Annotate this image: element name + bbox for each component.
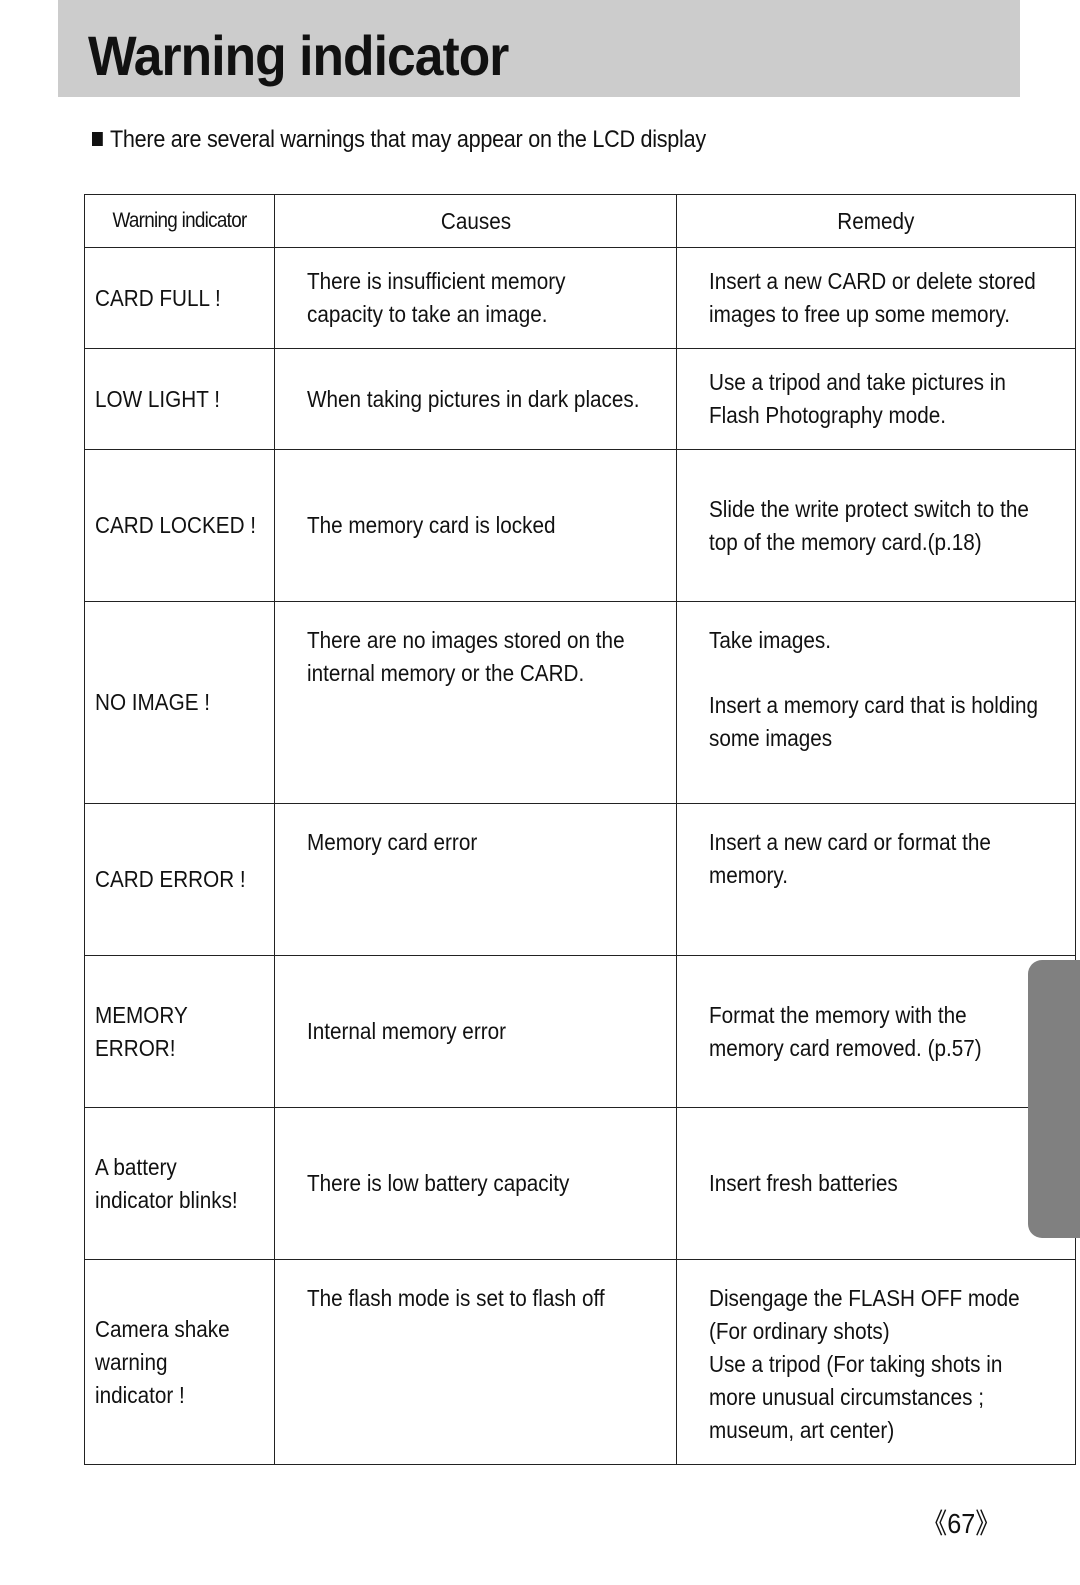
indicator-cell: CARD ERROR ! bbox=[84, 803, 275, 956]
remedy-line: Use a tripod and take pictures in bbox=[709, 369, 1007, 395]
header-causes: Causes bbox=[273, 194, 678, 248]
indicator-line: A battery bbox=[95, 1153, 177, 1180]
remedy-line: (For ordinary shots) bbox=[709, 1318, 891, 1344]
remedy-cell: Take images. Insert a memory card that is… bbox=[676, 601, 1077, 804]
indicator-cell: MEMORY ERROR! bbox=[84, 955, 275, 1108]
table-row: MEMORY ERROR! Internal memory error Format … bbox=[84, 955, 1077, 1108]
indicator-line: Camera shake bbox=[95, 1315, 230, 1342]
causes-cell: The memory card is locked bbox=[273, 449, 678, 602]
causes-line: Internal memory error bbox=[306, 1018, 506, 1044]
indicator-line: MEMORY bbox=[95, 1001, 188, 1028]
indicator-line: NO IMAGE ! bbox=[95, 689, 211, 715]
table-row: CARD LOCKED ! The memory card is locked Sl… bbox=[84, 449, 1077, 602]
indicator-line: CARD LOCKED ! bbox=[95, 512, 257, 538]
remedy-line: Flash Photography mode. bbox=[709, 402, 947, 428]
remedy-cell: Insert a new card or format the memory. bbox=[676, 803, 1077, 956]
causes-cell: When taking pictures in dark places. bbox=[273, 348, 678, 450]
causes-line: capacity to take an image. bbox=[306, 301, 548, 327]
indicator-line: ERROR! bbox=[95, 1034, 176, 1061]
remedy-line: more unusual circumstances ; bbox=[709, 1384, 985, 1410]
remedy-line: some images bbox=[709, 725, 833, 751]
causes-line: The flash mode is set to flash off bbox=[306, 1285, 605, 1311]
remedy-line: memory. bbox=[709, 862, 789, 888]
indicator-line: indicator blinks! bbox=[95, 1186, 238, 1213]
remedy-line: Use a tripod (For taking shots in bbox=[709, 1351, 1003, 1377]
causes-cell: There is insufficient memory capacity to … bbox=[273, 247, 678, 349]
causes-line: When taking pictures in dark places. bbox=[306, 385, 640, 412]
causes-cell: There are no images stored on the interna… bbox=[273, 601, 678, 804]
causes-line: There is low battery capacity bbox=[306, 1170, 570, 1196]
indicator-line: indicator ! bbox=[95, 1381, 185, 1408]
page-number: 《67》 bbox=[922, 1508, 1001, 1539]
remedy-line: Disengage the FLASH OFF mode bbox=[709, 1285, 1021, 1311]
causes-cell: There is low battery capacity bbox=[273, 1107, 678, 1260]
indicator-line: CARD ERROR ! bbox=[95, 866, 246, 892]
indicator-cell: CARD LOCKED ! bbox=[84, 449, 275, 602]
table-row: NO IMAGE ! There are no images stored on … bbox=[84, 601, 1077, 804]
indicator-cell: LOW LIGHT ! bbox=[84, 348, 275, 450]
causes-line: There are no images stored on the bbox=[306, 627, 625, 653]
causes-line: Memory card error bbox=[306, 829, 478, 855]
table-row: Camera shake warning indicator ! The flash … bbox=[84, 1259, 1077, 1465]
intro-line: There are several warnings that may appe… bbox=[92, 126, 706, 154]
remedy-cell: Slide the write protect switch to the top… bbox=[676, 449, 1077, 602]
table-row: CARD FULL ! There is insufficient memory c… bbox=[84, 247, 1077, 349]
indicator-line: CARD FULL ! bbox=[95, 284, 221, 311]
table-row: A battery indicator blinks! There is low b… bbox=[84, 1107, 1077, 1260]
remedy-line: top of the memory card.(p.18) bbox=[709, 528, 983, 555]
causes-cell: Memory card error bbox=[273, 803, 678, 956]
remedy-cell: Use a tripod and take pictures in Flash P… bbox=[676, 348, 1077, 450]
remedy-line: images to free up some memory. bbox=[709, 301, 1011, 327]
indicator-line: LOW LIGHT ! bbox=[95, 385, 221, 412]
table-row: CARD ERROR ! Memory card error Insert a ne… bbox=[84, 803, 1077, 956]
remedy-line: Insert fresh batteries bbox=[709, 1170, 899, 1196]
remedy-cell: Format the memory with the memory card re… bbox=[676, 955, 1077, 1108]
remedy-line: museum, art center) bbox=[709, 1417, 895, 1443]
indicator-cell: CARD FULL ! bbox=[84, 247, 275, 349]
remedy-line: Insert a memory card that is holding bbox=[709, 692, 1039, 718]
remedy-cell: Insert a new CARD or delete stored images… bbox=[676, 247, 1077, 349]
causes-line: The memory card is locked bbox=[306, 512, 556, 538]
remedy-cell: Disengage the FLASH OFF mode (For ordinar… bbox=[676, 1259, 1077, 1465]
header-remedy: Remedy bbox=[676, 194, 1077, 248]
warning-table: Warning indicator Causes Remedy CARD FUL… bbox=[84, 194, 1077, 1465]
table-row: LOW LIGHT ! When taking pictures in dark … bbox=[84, 348, 1077, 450]
remedy-line: Slide the write protect switch to the bbox=[709, 495, 1030, 522]
indicator-cell: A battery indicator blinks! bbox=[84, 1107, 275, 1260]
section-side-tab bbox=[1028, 960, 1080, 1238]
indicator-line: warning bbox=[95, 1348, 168, 1375]
causes-cell: Internal memory error bbox=[273, 955, 678, 1108]
causes-line: There is insufficient memory bbox=[306, 268, 566, 294]
page-title: Warning indicator bbox=[88, 24, 509, 87]
remedy-line: Format the memory with the bbox=[709, 1001, 968, 1028]
table-header-row: Warning indicator Causes Remedy bbox=[84, 194, 1077, 248]
causes-line: internal memory or the CARD. bbox=[306, 660, 585, 686]
remedy-line: Take images. bbox=[709, 627, 832, 653]
remedy-cell: Insert fresh batteries bbox=[676, 1107, 1077, 1260]
indicator-cell: Camera shake warning indicator ! bbox=[84, 1259, 275, 1465]
header-warning-indicator: Warning indicator bbox=[84, 194, 275, 248]
remedy-line: Insert a new card or format the bbox=[709, 829, 992, 855]
remedy-line: Insert a new CARD or delete stored bbox=[709, 268, 1037, 294]
causes-cell: The flash mode is set to flash off bbox=[273, 1259, 678, 1465]
indicator-cell: NO IMAGE ! bbox=[84, 601, 275, 804]
bullet-square-icon bbox=[92, 132, 103, 146]
intro-text: There are several warnings that may appe… bbox=[110, 126, 706, 153]
remedy-line: memory card removed. (p.57) bbox=[709, 1034, 983, 1061]
title-banner: Warning indicator bbox=[58, 0, 1020, 97]
remedy-line bbox=[709, 657, 1038, 689]
